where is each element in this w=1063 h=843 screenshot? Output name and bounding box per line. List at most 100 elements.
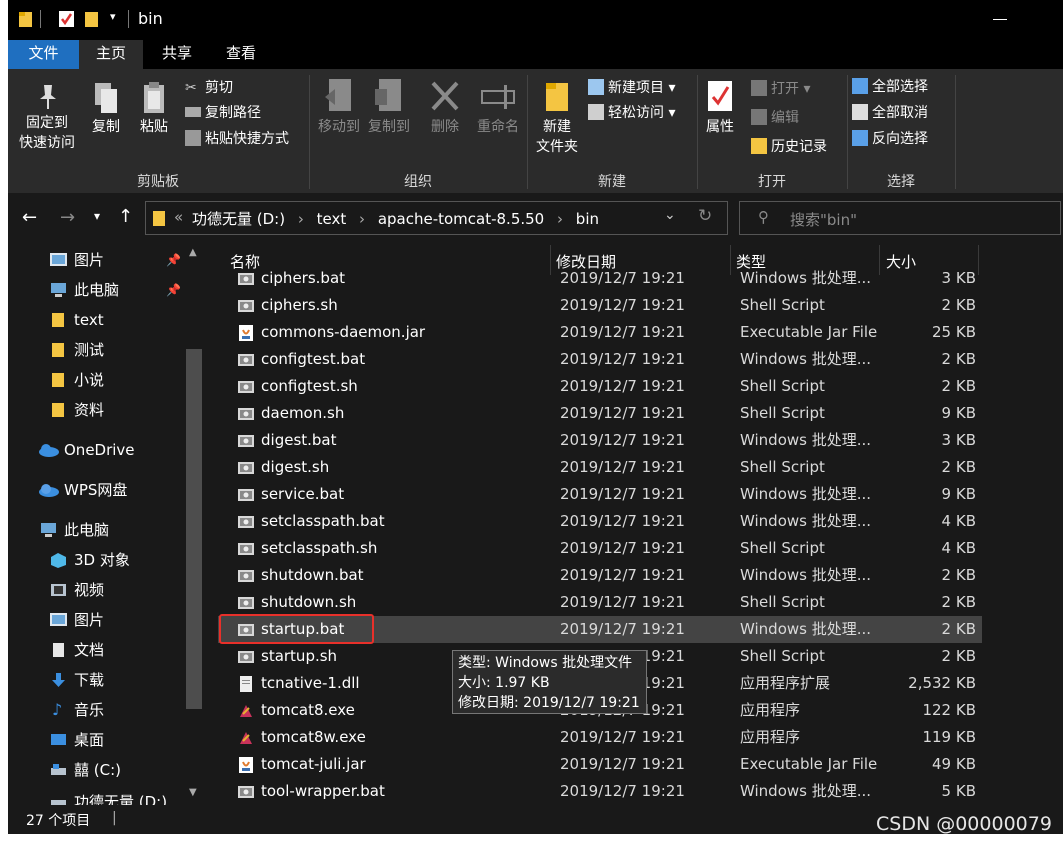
file-size: 2 KB	[941, 350, 976, 368]
file-row[interactable]: setclasspath.sh 2019/12/7 19:21 Shell Scri…	[218, 535, 982, 562]
back-arrow-icon[interactable]: ←	[22, 207, 37, 228]
recent-chevron-down-icon[interactable]: ▾	[94, 209, 100, 223]
tab-view[interactable]: 查看	[209, 40, 273, 69]
move-to-icon	[325, 79, 351, 111]
breadcrumb-bin[interactable]: bin	[576, 210, 599, 228]
file-row[interactable]: shutdown.bat 2019/12/7 19:21 Windows 批处理..…	[218, 562, 982, 589]
file-row[interactable]: ciphers.sh 2019/12/7 19:21 Shell Script 2 K…	[218, 292, 982, 319]
tab-file[interactable]: 文件	[8, 40, 79, 69]
quick-access-dropdown[interactable]: ▾	[110, 10, 116, 23]
nav-scrollbar[interactable]: ▲ ▼	[184, 245, 204, 805]
copy-to-icon	[375, 79, 401, 111]
select-none-label: 全部取消	[872, 105, 928, 121]
file-name: shutdown.bat	[261, 566, 364, 584]
file-row[interactable]: ciphers.bat 2019/12/7 19:21 Windows 批处理...…	[218, 265, 982, 292]
file-type: Shell Script	[740, 539, 825, 557]
script-file-icon	[238, 381, 254, 393]
file-row[interactable]: daemon.sh 2019/12/7 19:21 Shell Script 9 KB	[218, 400, 982, 427]
file-size: 3 KB	[941, 431, 976, 449]
breadcrumb-drive[interactable]: 功德无量 (D:)	[192, 210, 285, 228]
nav-item-label: 图片	[74, 611, 105, 629]
nav-item-label: 此电脑	[64, 521, 110, 539]
scroll-down-icon[interactable]: ▼	[189, 787, 197, 798]
new-item-label: 新建项目	[608, 80, 664, 96]
file-date: 2019/12/7 19:21	[560, 377, 685, 395]
history-button[interactable]: 历史记录	[751, 136, 827, 158]
folder-icon	[52, 373, 64, 387]
file-name: digest.bat	[261, 431, 337, 449]
select-none-button[interactable]: 全部取消	[852, 102, 928, 124]
script-file-icon	[238, 435, 254, 447]
file-size: 2 KB	[941, 647, 976, 665]
copy-path-button[interactable]: 复制路径	[185, 102, 261, 124]
pin-quick-access-button[interactable]: 固定到 快速访问	[14, 81, 80, 153]
new-folder-quick-icon[interactable]	[84, 10, 100, 28]
tab-share[interactable]: 共享	[145, 40, 209, 69]
search-box[interactable]: ⚲ 搜索"bin"	[739, 201, 1061, 235]
breadcrumb-overflow[interactable]: «	[174, 208, 183, 226]
forward-arrow-icon[interactable]: →	[60, 207, 75, 228]
cube-icon	[51, 553, 66, 568]
file-size: 9 KB	[941, 485, 976, 503]
delete-label: 删除	[431, 119, 459, 135]
file-name: digest.sh	[261, 458, 330, 476]
breadcrumb-text[interactable]: text	[317, 210, 347, 228]
file-row[interactable]: digest.sh 2019/12/7 19:21 Shell Script 2 KB	[218, 454, 982, 481]
new-item-icon	[588, 79, 604, 95]
file-row[interactable]: commons-daemon.jar 2019/12/7 19:21 Executa…	[218, 319, 982, 346]
copy-to-button[interactable]: 复制到	[364, 77, 414, 137]
jar-file-icon	[239, 757, 253, 773]
ribbon-separator	[955, 75, 956, 189]
file-row[interactable]: tomcat8w.exe 2019/12/7 19:21 应用程序 119 KB	[218, 724, 982, 751]
tab-home[interactable]: 主页	[79, 40, 143, 69]
paste-label: 粘贴	[140, 119, 168, 135]
up-arrow-icon[interactable]: ↑	[118, 206, 133, 227]
breadcrumb-tomcat[interactable]: apache-tomcat-8.5.50	[378, 210, 544, 228]
file-type: Windows 批处理...	[740, 512, 872, 530]
delete-button[interactable]: 删除	[425, 77, 465, 137]
file-list: ˄ 名称 修改日期 类型 大小 ciphers.bat 2019/12/7 19:…	[214, 245, 1063, 805]
new-item-button[interactable]: 新建项目 ▾	[588, 77, 675, 99]
file-row[interactable]: setclasspath.bat 2019/12/7 19:21 Windows 批…	[218, 508, 982, 535]
new-folder-button[interactable]: 新建 文件夹	[532, 77, 582, 157]
script-file-icon	[238, 570, 254, 582]
address-dropdown-chevron-icon[interactable]: ⌄	[664, 207, 676, 223]
address-bar[interactable]: « 功德无量 (D:) › text › apache-tomcat-8.5.5…	[145, 201, 728, 235]
invert-selection-label: 反向选择	[872, 131, 928, 147]
properties-quick-icon[interactable]	[58, 10, 76, 28]
file-row[interactable]: configtest.bat 2019/12/7 19:21 Windows 批处理…	[218, 346, 982, 373]
paste-button[interactable]: 粘贴	[132, 81, 176, 137]
ribbon: 固定到 快速访问 复制 粘贴 ✂ 剪切 复制路径 粘贴快捷方式 剪贴板 移动到 复…	[8, 69, 1063, 193]
properties-button[interactable]: 属性	[700, 77, 740, 137]
easy-access-button[interactable]: 轻松访问 ▾	[588, 102, 675, 124]
select-all-button[interactable]: 全部选择	[852, 76, 928, 98]
history-label: 历史记录	[771, 139, 827, 155]
move-to-button[interactable]: 移动到	[314, 77, 364, 137]
file-row[interactable]: tool-wrapper.bat 2019/12/7 19:21 Windows 批…	[218, 778, 982, 805]
file-row[interactable]: shutdown.sh 2019/12/7 19:21 Shell Script 2 …	[218, 589, 982, 616]
copy-button[interactable]: 复制	[84, 81, 128, 137]
paste-shortcut-button[interactable]: 粘贴快捷方式	[185, 128, 289, 150]
cut-button[interactable]: ✂ 剪切	[185, 77, 233, 99]
nav-scroll-thumb[interactable]	[186, 349, 202, 709]
invert-selection-button[interactable]: 反向选择	[852, 128, 928, 150]
file-size: 4 KB	[941, 539, 976, 557]
file-row[interactable]: digest.bat 2019/12/7 19:21 Windows 批处理... 3…	[218, 427, 982, 454]
scroll-up-icon[interactable]: ▲	[189, 247, 197, 258]
edit-button[interactable]: 编辑	[751, 107, 799, 129]
file-row[interactable]: configtest.sh 2019/12/7 19:21 Shell Script…	[218, 373, 982, 400]
video-icon	[51, 584, 66, 596]
file-row[interactable]: service.bat 2019/12/7 19:21 Windows 批处理...…	[218, 481, 982, 508]
file-row[interactable]: tomcat-juli.jar 2019/12/7 19:21 Executable…	[218, 751, 982, 778]
file-type: Windows 批处理...	[740, 782, 872, 800]
file-size: 2 KB	[941, 620, 976, 638]
group-open: 打开	[758, 174, 786, 190]
paste-shortcut-icon	[185, 130, 201, 146]
picture-icon	[50, 253, 67, 266]
open-button[interactable]: 打开 ▾	[751, 78, 810, 100]
refresh-icon[interactable]: ↻	[698, 206, 712, 226]
group-select: 选择	[887, 174, 915, 190]
minimize-button[interactable]	[993, 19, 1007, 20]
rename-button[interactable]: 重命名	[470, 77, 526, 137]
file-type: Shell Script	[740, 404, 825, 422]
